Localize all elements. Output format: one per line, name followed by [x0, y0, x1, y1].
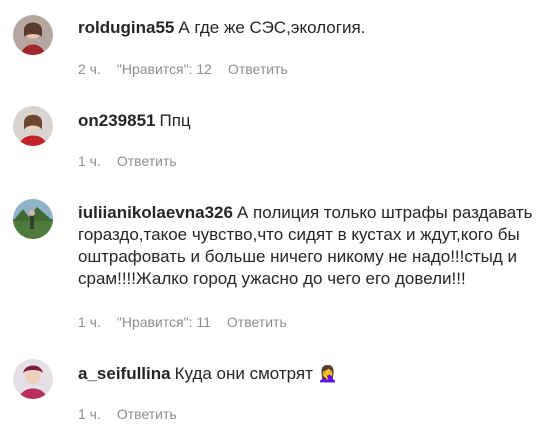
comment-meta: 2 ч. "Нравится": 12 Ответить — [78, 61, 304, 77]
comment-text: on239851 Ппц — [78, 110, 543, 132]
user-avatar-icon — [13, 106, 53, 146]
comment-username[interactable]: roldugina55 — [78, 18, 174, 37]
reply-button[interactable]: Ответить — [227, 314, 287, 330]
likes-count[interactable]: "Нравится": 12 — [117, 61, 212, 77]
reply-button[interactable]: Ответить — [117, 406, 177, 422]
comment-text: iuliianikolaevna326 А полиция только штра… — [78, 202, 543, 290]
comment-text: a_seifullina Куда они смотрят 🤦‍♀️ — [78, 363, 543, 385]
comment-username[interactable]: on239851 — [78, 111, 156, 130]
user-avatar-icon — [13, 199, 53, 239]
comment-meta: 1 ч. "Нравится": 11 Ответить — [78, 314, 303, 330]
avatar[interactable] — [13, 106, 53, 146]
likes-count[interactable]: "Нравится": 11 — [117, 314, 211, 330]
comment-body: Ппц — [159, 111, 191, 130]
reply-button[interactable]: Ответить — [117, 153, 177, 169]
comment-username[interactable]: a_seifullina — [78, 364, 171, 383]
comment-body: Куда они смотрят — [174, 364, 313, 383]
facepalm-icon: 🤦‍♀️ — [317, 364, 338, 383]
comment-time: 1 ч. — [78, 406, 101, 422]
avatar[interactable] — [13, 359, 53, 399]
comment-time: 2 ч. — [78, 61, 101, 77]
comment-username[interactable]: iuliianikolaevna326 — [78, 203, 233, 222]
comment-time: 1 ч. — [78, 314, 101, 330]
reply-button[interactable]: Ответить — [228, 61, 288, 77]
comment-meta: 1 ч. Ответить — [78, 406, 193, 422]
comment-meta: 1 ч. Ответить — [78, 153, 193, 169]
user-avatar-icon — [13, 15, 53, 55]
user-avatar-icon — [13, 359, 53, 399]
comment-body: А где же СЭС,экология. — [178, 18, 366, 37]
avatar[interactable] — [13, 199, 53, 239]
avatar[interactable] — [13, 15, 53, 55]
comment-time: 1 ч. — [78, 153, 101, 169]
comment-text: roldugina55 А где же СЭС,экология. — [78, 17, 543, 39]
